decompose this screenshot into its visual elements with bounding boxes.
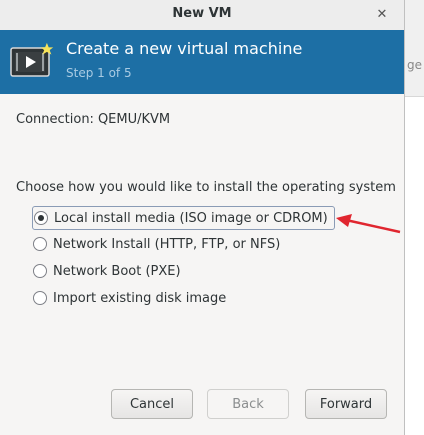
window-title: New VM [172,6,232,21]
radio-button-icon[interactable] [34,211,48,225]
radio-button-icon[interactable] [33,291,47,305]
background-window: ge [404,0,424,435]
radio-label: Network Boot (PXE) [53,263,181,279]
forward-button[interactable]: Forward [305,389,387,419]
new-vm-monitor-icon [10,42,54,77]
wizard-title: Create a new virtual machine [66,39,303,58]
cancel-button[interactable]: Cancel [111,389,193,419]
radio-label: Local install media (ISO image or CDROM) [54,210,328,226]
title-bar: New VM ✕ [0,0,404,31]
annotation-arrow-icon [336,214,401,234]
radio-button-icon[interactable] [33,237,47,251]
install-method-prompt: Choose how you would like to install the… [16,180,396,195]
radio-local-install-media[interactable]: Local install media (ISO image or CDROM) [32,206,335,230]
connection-label: Connection: [16,112,94,127]
wizard-step: Step 1 of 5 [66,66,132,80]
radio-network-install[interactable]: Network Install (HTTP, FTP, or NFS) [33,233,280,255]
wizard-header: Create a new virtual machine Step 1 of 5 [0,30,404,94]
radio-label: Network Install (HTTP, FTP, or NFS) [53,236,281,252]
connection-value: QEMU/KVM [97,112,171,127]
back-button[interactable]: Back [207,389,289,419]
background-window-header: ge [405,0,424,97]
radio-label: Import existing disk image [53,290,227,306]
connection-info: Connection: QEMU/KVM [16,112,170,127]
radio-button-icon[interactable] [33,264,47,278]
radio-network-boot[interactable]: Network Boot (PXE) [33,260,181,282]
radio-import-disk-image[interactable]: Import existing disk image [33,287,226,309]
close-icon[interactable]: ✕ [374,7,390,23]
background-window-text: ge [407,58,422,72]
